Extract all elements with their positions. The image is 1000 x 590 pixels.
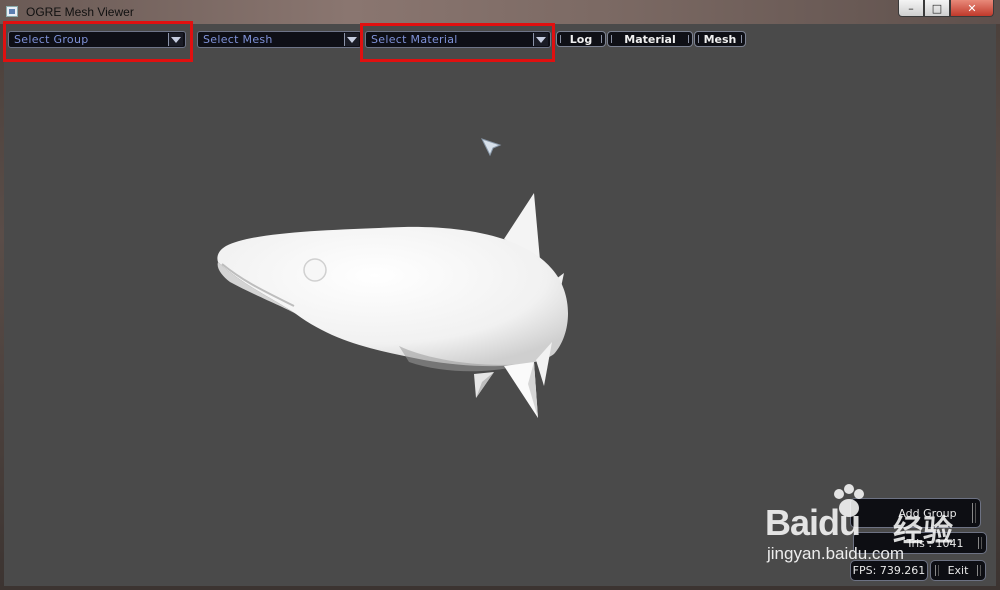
mesh-select[interactable]: Select Mesh bbox=[197, 31, 362, 48]
mesh-render bbox=[217, 138, 568, 418]
fish-body bbox=[217, 226, 568, 367]
window-title: OGRE Mesh Viewer bbox=[26, 5, 134, 19]
grip-icon bbox=[972, 503, 976, 523]
grip-icon bbox=[935, 565, 939, 576]
highlight-box-group bbox=[3, 21, 193, 62]
add-group-label: Add Group bbox=[898, 506, 957, 520]
minimize-button[interactable]: – bbox=[898, 0, 924, 17]
cursor-icon bbox=[481, 138, 502, 157]
fps-panel: FPS: 739.261 bbox=[850, 560, 928, 581]
grip-icon bbox=[978, 537, 982, 549]
highlight-box-material bbox=[360, 23, 555, 62]
tab-material[interactable]: Material bbox=[607, 31, 693, 47]
grip-icon bbox=[977, 565, 981, 576]
exit-button[interactable]: Exit bbox=[930, 560, 986, 581]
add-group-button[interactable]: Add Group bbox=[850, 498, 981, 528]
tris-count: Tris : 1041 bbox=[906, 536, 964, 550]
app-window-icon bbox=[6, 6, 18, 17]
tris-panel: Tris : 1041 bbox=[853, 532, 987, 554]
window-controls: – □ ✕ bbox=[898, 0, 994, 18]
fps-counter: FPS: 739.261 bbox=[852, 564, 926, 577]
maximize-button[interactable]: □ bbox=[924, 0, 950, 17]
fish-eye bbox=[303, 258, 327, 282]
close-button[interactable]: ✕ bbox=[950, 0, 994, 17]
tab-log[interactable]: Log bbox=[556, 31, 606, 47]
mesh-select-text: Select Mesh bbox=[203, 33, 273, 46]
exit-label: Exit bbox=[947, 564, 969, 577]
chevron-down-icon[interactable] bbox=[344, 33, 359, 46]
tab-mesh[interactable]: Mesh bbox=[694, 31, 746, 47]
mesh-viewport[interactable] bbox=[4, 24, 996, 586]
